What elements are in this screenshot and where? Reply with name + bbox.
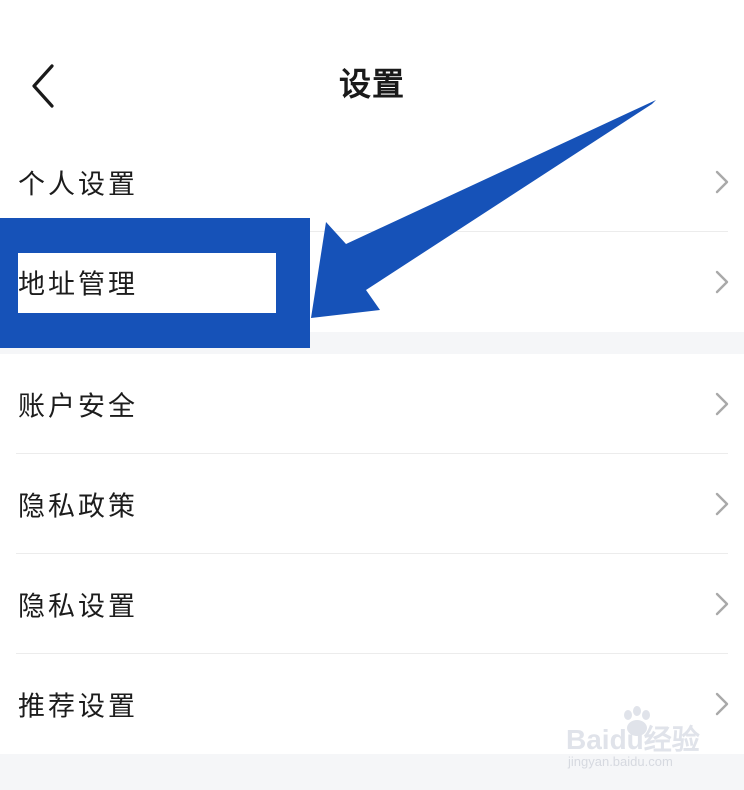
menu-item-privacy-settings[interactable]: 隐私设置 [0,554,744,654]
chevron-right-icon [714,591,730,617]
menu-item-label: 推荐设置 [18,691,138,723]
chevron-right-icon [714,391,730,417]
menu-item-privacy-policy[interactable]: 隐私政策 [0,454,744,554]
menu-item-label: 地址管理 [18,269,138,301]
chevron-right-icon [714,269,730,295]
chevron-right-icon [714,691,730,717]
menu-item-label: 隐私设置 [18,591,138,623]
bottom-spacer [0,754,744,790]
menu-item-label: 隐私政策 [18,491,138,523]
page-title: 设置 [338,65,405,103]
group-separator [0,332,744,354]
menu-item-address-management[interactable]: 地址管理 [0,232,744,332]
nav-header: 设置 [0,0,744,150]
menu-item-label: 账户安全 [18,391,138,423]
menu-item-account-security[interactable]: 账户安全 [0,354,744,454]
chevron-right-icon [714,169,730,195]
menu-item-recommendation-settings[interactable]: 推荐设置 [0,654,744,754]
menu-item-label: 个人设置 [18,169,138,201]
chevron-right-icon [714,491,730,517]
menu-item-personal-settings[interactable]: 个人设置 [0,132,744,232]
